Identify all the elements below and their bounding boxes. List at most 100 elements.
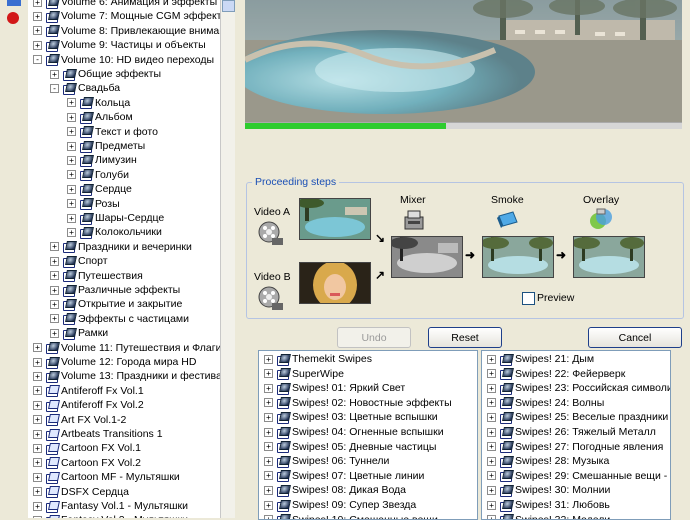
tree-item[interactable]: + Текст и фото xyxy=(67,125,158,139)
tree-item[interactable]: + Cartoon MF - Мультяшки xyxy=(33,470,180,484)
collapse-icon[interactable]: - xyxy=(50,83,59,93)
tree-item[interactable]: + Лимузин xyxy=(67,153,137,167)
list-item[interactable]: + Swipes! 26: Тяжелый Металл xyxy=(487,425,656,439)
expand-icon[interactable]: + xyxy=(67,184,76,194)
tree-item[interactable]: +Fantasy Vol.2 - Мультяшки xyxy=(33,513,188,518)
expand-icon[interactable]: + xyxy=(264,427,273,437)
expand-icon[interactable]: + xyxy=(33,357,42,367)
tree-item[interactable]: + Праздники и вечеринки xyxy=(50,240,192,254)
list-item[interactable]: + Swipes! 04: Огненные вспышки xyxy=(264,425,444,439)
tree-item[interactable]: + Альбом xyxy=(67,110,133,124)
expand-icon[interactable]: + xyxy=(264,471,273,481)
tree-item[interactable]: - Volume 10: HD видео переходы xyxy=(33,53,214,67)
list-item[interactable]: + Swipes! 28: Музыка xyxy=(487,454,609,468)
tree-item[interactable]: + Volume 8: Привлекающие внимание xyxy=(33,24,220,38)
mixer-icon[interactable] xyxy=(403,209,427,231)
expand-icon[interactable]: + xyxy=(67,112,76,122)
expand-icon[interactable]: + xyxy=(487,456,496,466)
list-item[interactable]: + Swipes! 03: Цветные вспышки xyxy=(264,410,438,424)
tree-item[interactable]: + Art FX Vol.1-2 xyxy=(33,413,126,427)
expand-icon[interactable]: + xyxy=(67,213,76,223)
tree-item[interactable]: + Предметы xyxy=(67,139,145,153)
reset-button[interactable]: Reset xyxy=(428,327,502,348)
expand-icon[interactable]: + xyxy=(264,398,273,408)
expand-icon[interactable]: + xyxy=(33,487,42,497)
expand-icon[interactable]: + xyxy=(33,458,42,468)
tree-item[interactable]: - Свадьба xyxy=(50,81,120,95)
expand-icon[interactable]: + xyxy=(33,472,42,482)
expand-icon[interactable]: + xyxy=(487,354,496,364)
smoke-output-thumbnail[interactable] xyxy=(482,236,554,278)
tree-scrollbar[interactable] xyxy=(220,0,235,518)
toolbar-icon[interactable] xyxy=(7,0,21,6)
tree-item[interactable]: + Volume 13: Праздники и фестивали xyxy=(33,369,220,383)
record-icon[interactable] xyxy=(7,12,19,24)
expand-icon[interactable]: + xyxy=(50,299,59,309)
list-item[interactable]: + Swipes! 32: Модели xyxy=(487,513,610,519)
film-reel-a-icon[interactable] xyxy=(258,220,284,246)
expand-icon[interactable]: + xyxy=(33,386,42,396)
tree-item[interactable]: + Volume 12: Города мира HD xyxy=(33,355,196,369)
list-item[interactable]: + Swipes! 24: Волны xyxy=(487,396,604,410)
expand-icon[interactable]: + xyxy=(50,256,59,266)
list-item[interactable]: + Swipes! 30: Молнии xyxy=(487,483,610,497)
expand-icon[interactable]: + xyxy=(264,485,273,495)
effects-tree[interactable]: + Volume 6: Анимация и эффекты + Volume 7: … xyxy=(28,0,221,518)
list-item[interactable]: + Swipes! 09: Супер Звезда xyxy=(264,498,416,512)
effects-list-right[interactable]: + Swipes! 21: Дым + Swipes! 22: Фейерверк + S… xyxy=(481,350,671,520)
expand-icon[interactable]: + xyxy=(487,500,496,510)
expand-icon[interactable]: + xyxy=(487,383,496,393)
list-item[interactable]: + Swipes! 27: Погодные явления xyxy=(487,440,663,454)
tree-item[interactable]: + Cartoon FX Vol.1 xyxy=(33,441,141,455)
expand-icon[interactable]: + xyxy=(33,443,42,453)
list-item[interactable]: + Swipes! 10: Смешанные вещи xyxy=(264,513,438,519)
tree-item[interactable]: + Общие эффекты xyxy=(50,67,161,81)
undo-button[interactable]: Undo xyxy=(337,327,411,348)
expand-icon[interactable]: + xyxy=(67,155,76,165)
expand-icon[interactable]: + xyxy=(67,227,76,237)
expand-icon[interactable]: + xyxy=(50,328,59,338)
expand-icon[interactable]: + xyxy=(487,471,496,481)
expand-icon[interactable]: + xyxy=(33,26,42,36)
tree-item[interactable]: + Volume 6: Анимация и эффекты xyxy=(33,0,217,9)
expand-icon[interactable]: + xyxy=(264,456,273,466)
tree-item[interactable]: + DSFX Сердца xyxy=(33,485,129,499)
tree-item[interactable]: + Эффекты с частицами xyxy=(50,312,189,326)
expand-icon[interactable]: + xyxy=(67,127,76,137)
tree-item[interactable]: + Различные эффекты xyxy=(50,283,180,297)
tree-item[interactable]: + Путешествия xyxy=(50,269,143,283)
expand-icon[interactable]: + xyxy=(33,0,42,7)
film-reel-b-icon[interactable] xyxy=(258,285,284,311)
expand-icon[interactable]: + xyxy=(264,442,273,452)
list-item[interactable]: + Swipes! 01: Яркий Свет xyxy=(264,381,405,395)
list-item[interactable]: + Swipes! 25: Веселые праздники xyxy=(487,410,668,424)
expand-icon[interactable]: + xyxy=(487,442,496,452)
tree-item[interactable]: + Сердце xyxy=(67,182,132,196)
expand-icon[interactable]: + xyxy=(33,501,42,511)
list-item[interactable]: + Swipes! 21: Дым xyxy=(487,352,594,366)
expand-icon[interactable]: + xyxy=(50,314,59,324)
expand-icon[interactable]: + xyxy=(487,412,496,422)
tree-item[interactable]: + Розы xyxy=(67,197,120,211)
expand-icon[interactable]: + xyxy=(67,98,76,108)
tree-item[interactable]: + Кольца xyxy=(67,96,130,110)
list-item[interactable]: + Themekit Swipes xyxy=(264,352,372,366)
expand-icon[interactable]: + xyxy=(487,369,496,379)
list-item[interactable]: + Swipes! 05: Дневные частицы xyxy=(264,440,436,454)
expand-icon[interactable]: + xyxy=(33,40,42,50)
expand-icon[interactable]: + xyxy=(264,383,273,393)
expand-icon[interactable]: + xyxy=(487,485,496,495)
tree-scrollbar-thumb[interactable] xyxy=(222,0,235,12)
list-item[interactable]: + Swipes! 22: Фейерверк xyxy=(487,367,625,381)
expand-icon[interactable]: + xyxy=(33,429,42,439)
expand-icon[interactable]: + xyxy=(487,427,496,437)
collapse-icon[interactable]: - xyxy=(33,55,42,65)
expand-icon[interactable]: + xyxy=(33,415,42,425)
mixer-output-thumbnail[interactable] xyxy=(391,236,463,278)
expand-icon[interactable]: + xyxy=(50,69,59,79)
list-item[interactable]: + Swipes! 31: Любовь xyxy=(487,498,610,512)
expand-icon[interactable]: + xyxy=(264,369,273,379)
cancel-button[interactable]: Cancel xyxy=(588,327,682,348)
expand-icon[interactable]: + xyxy=(264,500,273,510)
tree-item[interactable]: + Голуби xyxy=(67,168,129,182)
